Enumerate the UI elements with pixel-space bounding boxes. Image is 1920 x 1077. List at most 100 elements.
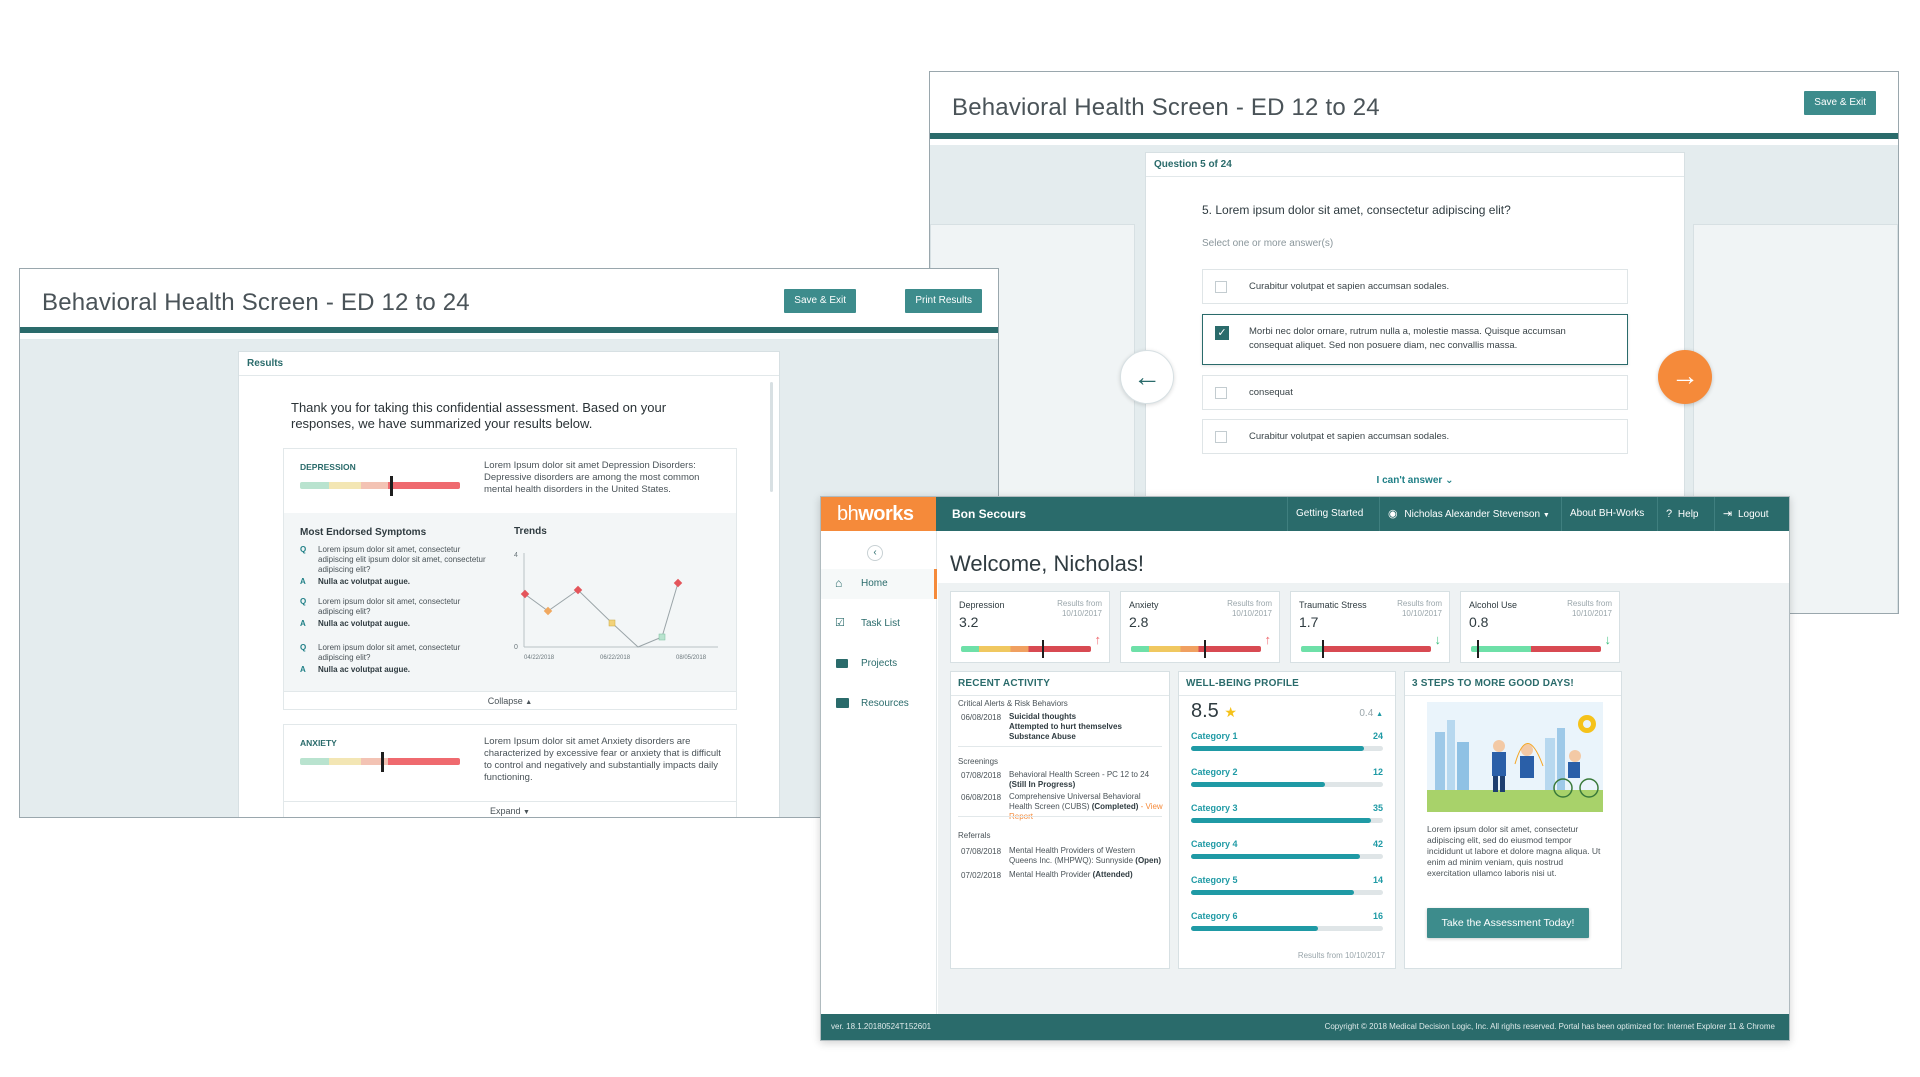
answer-text: Nulla ac volutpat augue. bbox=[318, 665, 411, 674]
trend-point bbox=[608, 619, 616, 627]
help-link[interactable]: ? Help bbox=[1657, 497, 1706, 531]
referral-text: Mental Health Providers of Western Queen… bbox=[1009, 846, 1136, 865]
steps-illustration bbox=[1427, 702, 1603, 812]
arrow-up-icon: ↑ bbox=[1264, 632, 1272, 647]
sidebar-item-label: Projects bbox=[861, 658, 898, 669]
critical-date: 06/08/2018 bbox=[961, 713, 1002, 722]
folder-icon bbox=[836, 659, 848, 668]
score-severity-bar bbox=[1471, 646, 1601, 652]
checkbox-unchecked[interactable] bbox=[1215, 387, 1227, 399]
task-list-icon: ☑ bbox=[835, 617, 845, 629]
welcome-banner: Welcome, Nicholas! bbox=[938, 531, 1789, 583]
arrow-right-icon: → bbox=[1671, 360, 1699, 391]
steps-title: 3 STEPS TO MORE GOOD DAYS! bbox=[1405, 672, 1621, 696]
user-name: Nicholas Alexander Stevenson bbox=[1404, 509, 1541, 520]
category-bar bbox=[1191, 746, 1383, 751]
score-card-traumatic-stress[interactable]: Traumatic Stress Results from 10/10/2017 … bbox=[1290, 591, 1450, 663]
wellbeing-panel: WELL-BEING PROFILE 8.5 ★ 0.4 ▲ Category … bbox=[1178, 671, 1396, 969]
print-results-button[interactable]: Print Results bbox=[905, 289, 982, 313]
next-arrow-button[interactable]: → bbox=[1658, 350, 1712, 404]
category-bar bbox=[1191, 818, 1383, 823]
category-value: 24 bbox=[1372, 731, 1383, 741]
copyright-text: Copyright © 2018 Medical Decision Logic,… bbox=[1324, 1022, 1775, 1031]
logo-bh: bh bbox=[837, 503, 859, 525]
take-assessment-button[interactable]: Take the Assessment Today! bbox=[1427, 908, 1589, 938]
category-fill bbox=[1191, 926, 1318, 931]
score-marker bbox=[1476, 640, 1479, 658]
logout-link[interactable]: ⇥ Logout bbox=[1714, 497, 1777, 531]
steps-panel: 3 STEPS TO MORE GOOD DAYS! Lorem ipsum d… bbox=[1404, 671, 1622, 969]
results-date: 10/10/2017 bbox=[1571, 609, 1612, 618]
save-exit-button[interactable]: Save & Exit bbox=[1804, 91, 1876, 115]
version-text: ver. 18.1.20180524T152601 bbox=[831, 1022, 932, 1031]
results-card: Results Thank you for taking this confid… bbox=[238, 351, 780, 817]
scrollbar[interactable] bbox=[770, 382, 773, 492]
anxiety-marker bbox=[380, 752, 384, 772]
expand-toggle[interactable]: Expand ▼ bbox=[284, 801, 736, 817]
screening-item: Behavioral Health Screen - PC 12 to 24 (S… bbox=[1009, 770, 1163, 790]
category-bar bbox=[1191, 926, 1383, 931]
results-window-header: Behavioral Health Screen - ED 12 to 24 S… bbox=[20, 269, 998, 333]
collapse-sidebar-button[interactable]: ‹ bbox=[867, 545, 883, 561]
wellbeing-title: WELL-BEING PROFILE bbox=[1179, 672, 1395, 696]
referral-item: Mental Health Provider (Attended) bbox=[1009, 870, 1163, 880]
collapse-toggle[interactable]: Collapse ▲ bbox=[284, 691, 736, 709]
answer-option[interactable]: consequat bbox=[1202, 375, 1628, 410]
sidebar-item-resources[interactable]: Resources bbox=[821, 689, 937, 719]
cant-answer-link[interactable]: I can't answer ⌄ bbox=[1146, 475, 1684, 486]
score-name: Anxiety bbox=[1129, 600, 1159, 610]
bhworks-logo[interactable]: bhworks bbox=[821, 497, 936, 531]
answer-option-text: consequat bbox=[1249, 387, 1293, 398]
depression-block: DEPRESSION Lorem Ipsum dolor sit amet De… bbox=[283, 448, 737, 710]
results-from-label: Results from bbox=[1227, 599, 1272, 608]
y-axis-top-label: 4 bbox=[514, 552, 518, 559]
wellbeing-score-value: 8.5 bbox=[1191, 700, 1219, 722]
previous-arrow-button[interactable]: ← bbox=[1120, 350, 1174, 404]
screening-status: (Still In Progress) bbox=[1009, 780, 1076, 789]
checkbox-checked-icon[interactable]: ✓ bbox=[1215, 326, 1229, 340]
depression-label: DEPRESSION bbox=[300, 462, 356, 472]
sidebar-item-projects[interactable]: Projects bbox=[821, 649, 937, 679]
sidebar-item-task-list[interactable]: ☑ Task List bbox=[821, 609, 937, 639]
question-counter: Question 5 of 24 bbox=[1146, 153, 1684, 177]
sidebar-item-home[interactable]: ⌂ Home bbox=[821, 569, 937, 599]
category-fill bbox=[1191, 854, 1360, 859]
category-value: 16 bbox=[1372, 911, 1383, 921]
x-axis-label: 08/05/2018 bbox=[676, 655, 707, 661]
category-bar bbox=[1191, 890, 1383, 895]
answer-text: Nulla ac volutpat augue. bbox=[318, 619, 411, 628]
save-exit-button[interactable]: Save & Exit bbox=[784, 289, 856, 313]
depression-severity-bar bbox=[300, 482, 460, 489]
score-marker bbox=[1204, 640, 1207, 658]
referral-status: (Attended) bbox=[1092, 870, 1133, 879]
welcome-title: Welcome, Nicholas! bbox=[950, 551, 1144, 576]
divider bbox=[958, 746, 1162, 747]
checkbox-unchecked[interactable] bbox=[1215, 281, 1227, 293]
score-results-from: Results from 10/10/2017 bbox=[1227, 599, 1272, 619]
user-icon: ◉ bbox=[1388, 508, 1398, 520]
user-menu[interactable]: ◉ Nicholas Alexander Stevenson ▼ bbox=[1379, 497, 1558, 531]
arrow-left-icon: ← bbox=[1133, 361, 1161, 392]
answer-option[interactable]: Curabitur volutpat et sapien accumsan so… bbox=[1202, 419, 1628, 454]
score-card-alcohol-use[interactable]: Alcohol Use Results from 10/10/2017 0.8 ↓ bbox=[1460, 591, 1620, 663]
depression-marker bbox=[390, 476, 394, 496]
answer-option[interactable]: Curabitur volutpat et sapien accumsan so… bbox=[1202, 269, 1628, 304]
answer-option[interactable]: ✓ Morbi nec dolor ornare, rutrum nulla a… bbox=[1202, 314, 1628, 365]
category-value: 14 bbox=[1372, 875, 1383, 885]
depression-details: Most Endorsed Symptoms Trends Q Lorem ip… bbox=[284, 513, 736, 709]
trend-point bbox=[658, 633, 666, 641]
question-text: Lorem ipsum dolor sit amet, consectetur … bbox=[318, 545, 486, 574]
score-card-depression[interactable]: Depression Results from 10/10/2017 3.2 ↑ bbox=[950, 591, 1110, 663]
help-label: Help bbox=[1677, 509, 1699, 520]
score-results-from: Results from 10/10/2017 bbox=[1567, 599, 1612, 619]
about-link[interactable]: About BH-Works bbox=[1561, 497, 1652, 531]
score-value: 0.8 bbox=[1469, 614, 1489, 630]
getting-started-link[interactable]: Getting Started bbox=[1287, 497, 1371, 531]
checkbox-unchecked[interactable] bbox=[1215, 431, 1227, 443]
anxiety-block: ANXIETY Lorem Ipsum dolor sit amet Anxie… bbox=[283, 724, 737, 817]
category-fill bbox=[1191, 890, 1355, 895]
score-card-anxiety[interactable]: Anxiety Results from 10/10/2017 2.8 ↑ bbox=[1120, 591, 1280, 663]
category-value: 42 bbox=[1372, 839, 1383, 849]
wellbeing-delta-value: 0.4 bbox=[1359, 708, 1374, 719]
depression-description: Lorem Ipsum dolor sit amet Depression Di… bbox=[484, 460, 700, 495]
